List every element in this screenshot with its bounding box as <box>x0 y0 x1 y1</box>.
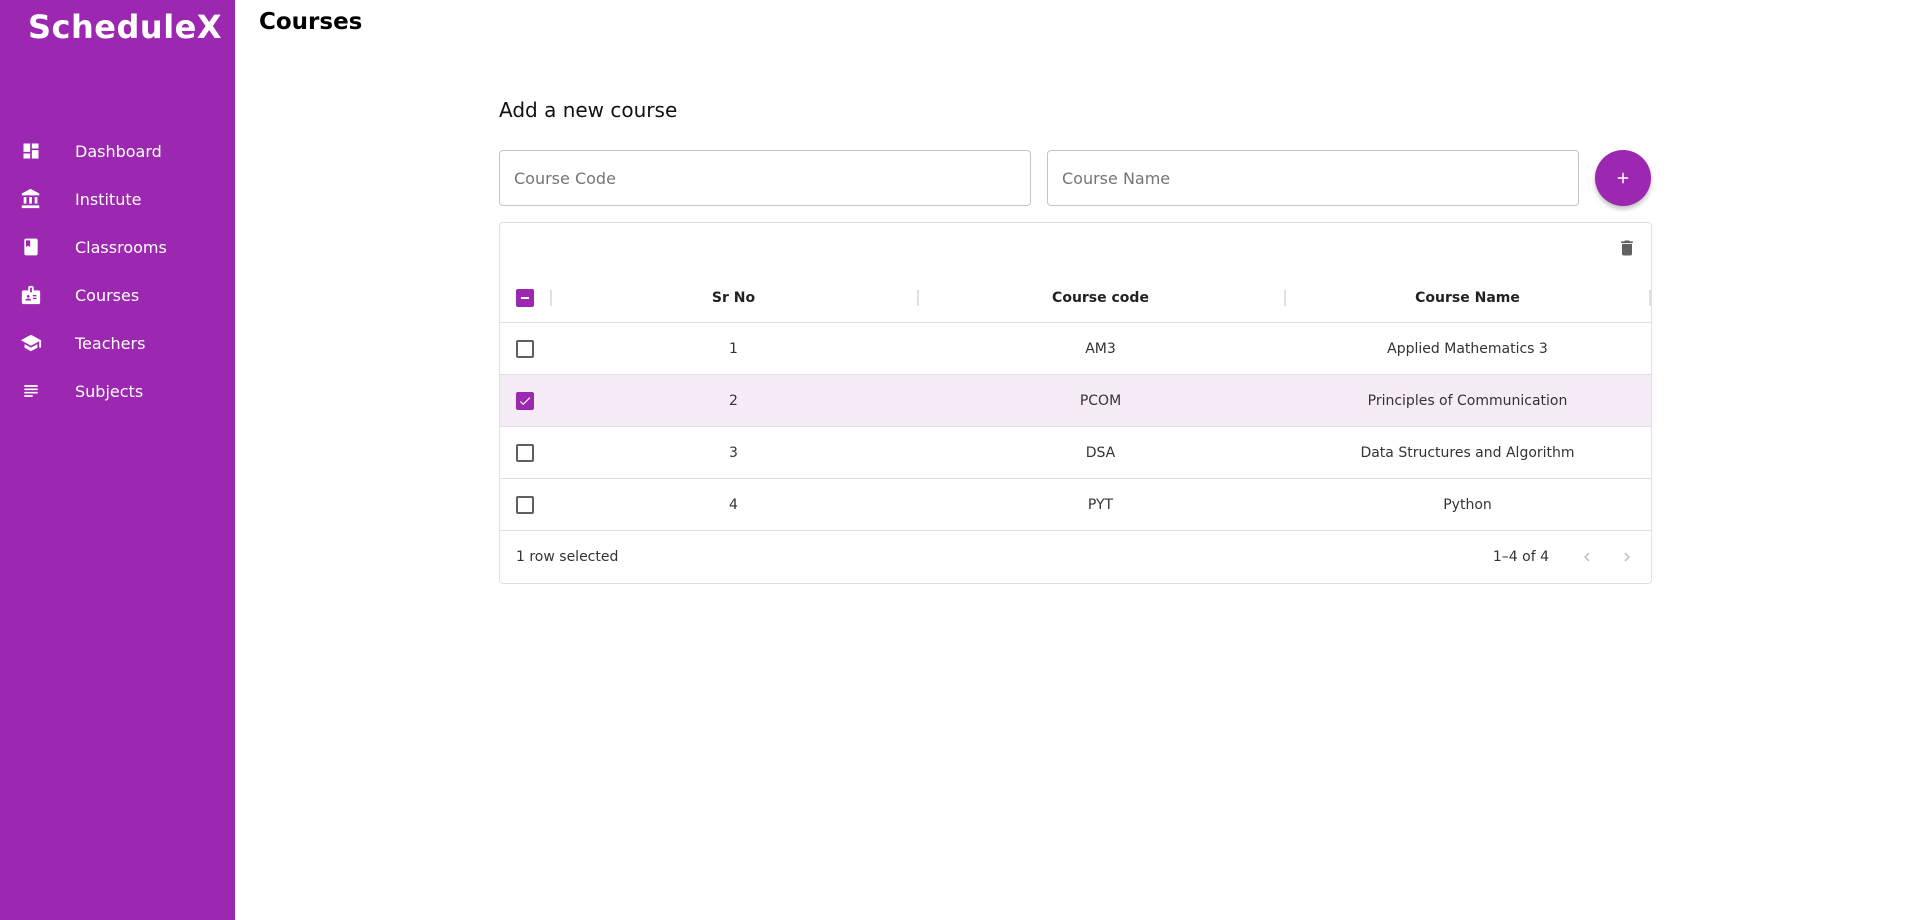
column-header-label: Course Name <box>1415 289 1520 306</box>
next-page-button[interactable] <box>1615 545 1639 569</box>
row-checkbox[interactable] <box>516 339 534 358</box>
teachers-icon <box>20 332 42 354</box>
courses-table: Sr No Course code Course Name 1 AM3 Appl… <box>499 222 1652 584</box>
courses-icon <box>20 284 42 306</box>
cell-course-name: Applied Mathematics 3 <box>1387 340 1548 357</box>
column-separator <box>1284 289 1286 306</box>
column-header-label: Sr No <box>711 289 756 306</box>
institute-icon <box>20 188 42 210</box>
sidebar-item-label: Courses <box>75 285 140 305</box>
course-code-input[interactable] <box>499 150 1031 206</box>
classroom-icon <box>20 236 42 258</box>
chevron-left-icon <box>1578 548 1596 566</box>
selection-count: 1 row selected <box>516 549 619 565</box>
cell-course-code: AM3 <box>1085 340 1116 357</box>
column-separator <box>917 289 919 306</box>
column-header-sr-no[interactable]: Sr No <box>550 289 917 306</box>
row-checkbox[interactable] <box>516 495 534 514</box>
sidebar-item-label: Classrooms <box>75 237 167 257</box>
plus-icon <box>1614 169 1632 187</box>
select-all-checkbox[interactable] <box>516 288 534 307</box>
app-brand: ScheduleX <box>28 8 223 46</box>
sidebar-item-subjects[interactable]: Subjects <box>0 367 235 415</box>
column-header-label: Course code <box>1052 289 1149 306</box>
sidebar-item-label: Institute <box>75 189 142 209</box>
row-checkbox[interactable] <box>516 443 534 462</box>
sidebar-item-label: Teachers <box>75 333 146 353</box>
table-footer: 1 row selected 1–4 of 4 <box>500 531 1651 583</box>
chevron-right-icon <box>1618 548 1636 566</box>
cell-sr-no: 3 <box>729 444 738 461</box>
sidebar-item-dashboard[interactable]: Dashboard <box>0 127 235 175</box>
sidebar-item-label: Dashboard <box>75 141 162 161</box>
add-course-button[interactable] <box>1595 150 1651 206</box>
cell-course-name: Python <box>1443 496 1492 513</box>
trash-icon[interactable] <box>1617 237 1637 259</box>
cell-course-name: Principles of Communication <box>1367 392 1568 409</box>
sidebar-item-courses[interactable]: Courses <box>0 271 235 319</box>
dashboard-icon <box>20 140 42 162</box>
sidebar-item-label: Subjects <box>75 381 144 401</box>
course-name-input[interactable] <box>1047 150 1579 206</box>
table-row[interactable]: 3 DSA Data Structures and Algorithm <box>500 427 1651 479</box>
sidebar: ScheduleX Dashboard Institute Classrooms… <box>0 0 235 920</box>
previous-page-button[interactable] <box>1575 545 1599 569</box>
cell-sr-no: 4 <box>729 496 738 513</box>
cell-course-name: Data Structures and Algorithm <box>1360 444 1575 461</box>
sidebar-item-institute[interactable]: Institute <box>0 175 235 223</box>
cell-course-code: PCOM <box>1079 392 1122 409</box>
cell-sr-no: 1 <box>729 340 738 357</box>
form-title: Add a new course <box>499 98 678 122</box>
cell-sr-no: 2 <box>729 392 738 409</box>
table-row[interactable]: 2 PCOM Principles of Communication <box>500 375 1651 427</box>
subjects-icon <box>20 380 42 402</box>
sidebar-item-teachers[interactable]: Teachers <box>0 319 235 367</box>
column-separator <box>1649 289 1651 306</box>
cell-course-code: DSA <box>1085 444 1116 461</box>
sidebar-nav: Dashboard Institute Classrooms Courses T… <box>0 127 235 415</box>
row-checkbox[interactable] <box>516 391 534 410</box>
column-separator <box>550 289 552 306</box>
table-header: Sr No Course code Course Name <box>500 273 1651 323</box>
column-header-course-name[interactable]: Course Name <box>1284 289 1651 306</box>
table-row[interactable]: 1 AM3 Applied Mathematics 3 <box>500 323 1651 375</box>
column-header-course-code[interactable]: Course code <box>917 289 1284 306</box>
cell-course-code: PYT <box>1087 496 1114 513</box>
sidebar-item-classrooms[interactable]: Classrooms <box>0 223 235 271</box>
table-row[interactable]: 4 PYT Python <box>500 479 1651 531</box>
page-title: Courses <box>259 9 363 35</box>
pagination-range: 1–4 of 4 <box>1492 549 1549 565</box>
